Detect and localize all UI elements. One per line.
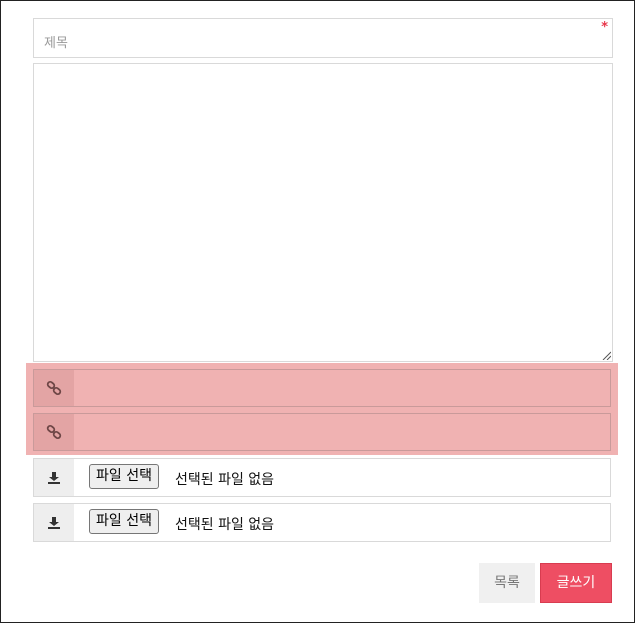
file-choose-button[interactable]: 파일 선택 [89, 509, 159, 534]
download-icon [34, 504, 74, 541]
link-input-2[interactable] [74, 414, 610, 450]
file-row-2: 파일 선택 선택된 파일 없음 [33, 503, 611, 542]
file-row-1: 파일 선택 선택된 파일 없음 [33, 458, 611, 497]
file-status-text: 선택된 파일 없음 [175, 472, 275, 488]
link-icon [34, 414, 74, 450]
file-choose-button[interactable]: 파일 선택 [89, 464, 159, 489]
title-input[interactable]: 제목 * [33, 18, 613, 58]
download-icon [34, 459, 74, 496]
title-placeholder: 제목 [44, 36, 68, 51]
link-row-1[interactable] [33, 369, 611, 407]
resize-handle-icon[interactable] [602, 351, 611, 360]
link-row-2[interactable] [33, 413, 611, 451]
list-button[interactable]: 목록 [479, 563, 535, 603]
write-form-frame: 제목 * 파일 선택 선택된 파일 없음 파일 선택 선택된 파일 없음 목록 … [0, 0, 635, 623]
link-input-1[interactable] [74, 370, 610, 406]
link-icon [34, 370, 74, 406]
file-status-text: 선택된 파일 없음 [175, 517, 275, 533]
content-textarea[interactable] [33, 63, 613, 362]
required-mark: * [601, 20, 608, 35]
write-button[interactable]: 글쓰기 [540, 563, 612, 603]
